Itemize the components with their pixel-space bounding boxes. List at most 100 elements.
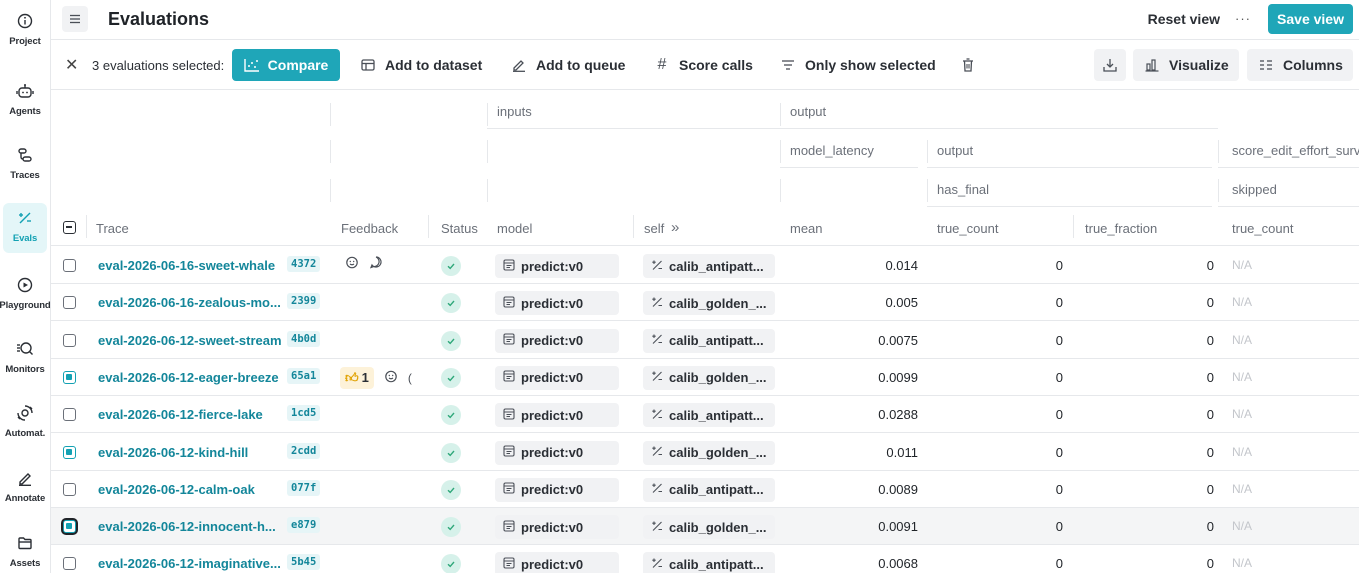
column-header-true-count-2[interactable]: true_count [1232,221,1293,236]
self-chip[interactable]: calib_golden_... [643,365,775,390]
more-options-icon[interactable]: ··· [1235,11,1251,26]
trace-id-badge[interactable]: 077f [287,479,321,496]
trace-link[interactable]: eval-2026-06-12-sweet-stream [98,333,282,348]
row-checkbox[interactable] [63,333,76,347]
add-reaction-icon[interactable] [384,369,398,386]
self-chip[interactable]: calib_antipatt... [643,254,775,278]
nav-automations[interactable]: Automat. [3,398,47,448]
trace-link[interactable]: eval-2026-06-12-calm-oak [98,482,255,497]
add-reaction-icon[interactable] [345,255,359,272]
table-row[interactable]: eval-2026-06-16-zealous-mo... 2399 predict… [51,284,1359,322]
save-view-button[interactable]: Save view [1268,4,1353,34]
trace-link[interactable]: eval-2026-06-16-zealous-mo... [98,295,281,310]
select-all-checkbox[interactable] [63,221,76,234]
trace-id-badge[interactable]: 5b45 [287,554,321,571]
columns-button[interactable]: Columns [1247,49,1353,81]
nav-project[interactable]: Project [3,6,47,56]
nav-traces[interactable]: Traces [3,140,47,190]
self-chip[interactable]: calib_antipatt... [643,403,775,428]
mean-cell: 0.0091 [878,519,918,535]
row-checkbox[interactable] [63,520,76,534]
delete-button[interactable] [959,49,977,81]
model-chip[interactable]: predict:v0 [495,403,619,428]
pen-icon [510,56,528,74]
column-header-mean[interactable]: mean [790,221,823,236]
thumbs-up-reaction[interactable]: 👍︎ 1 [340,366,374,389]
row-checkbox[interactable] [63,482,76,496]
model-chip[interactable]: predict:v0 [495,515,619,540]
column-header-trace[interactable]: Trace [96,221,129,236]
clear-selection-icon[interactable]: ✕ [65,55,78,75]
trace-link[interactable]: eval-2026-06-16-sweet-whale [98,258,275,273]
column-header-status[interactable]: Status [441,221,478,236]
trace-id-badge[interactable]: 2cdd [287,442,321,459]
table-row[interactable]: eval-2026-06-12-fierce-lake 1cd5 predict:v… [51,396,1359,434]
trace-id-badge[interactable]: e879 [287,517,321,534]
nav-assets[interactable]: Assets [3,528,47,573]
table-row[interactable]: eval-2026-06-12-calm-oak 077f predict:v0 ca… [51,471,1359,508]
nav-evals[interactable]: Evals [3,203,47,253]
self-chip[interactable]: calib_antipatt... [643,477,775,502]
nav-monitors-label: Monitors [5,364,45,375]
model-chip[interactable]: predict:v0 [495,477,619,502]
column-header-feedback[interactable]: Feedback [341,221,398,236]
download-button[interactable] [1094,49,1126,81]
self-chip[interactable]: calib_golden_... [643,291,775,316]
visualize-button[interactable]: Visualize [1133,49,1239,81]
table-row[interactable]: eval-2026-06-12-innocent-h... e879 predict… [51,508,1359,546]
reset-view-button[interactable]: Reset view [1148,11,1220,27]
trace-id-badge[interactable]: 1cd5 [287,405,321,422]
nav-playground[interactable]: Playground [0,270,51,320]
nav-monitors[interactable]: Monitors [3,334,47,384]
add-comment-icon[interactable]: ( [408,371,412,385]
trace-id-badge[interactable]: 65a1 [287,367,321,384]
self-chip[interactable]: calib_golden_... [643,515,775,540]
model-chip[interactable]: predict:v0 [495,291,619,316]
trace-id-badge[interactable]: 4b0d [287,330,321,347]
table-row[interactable]: eval-2026-06-12-eager-breeze 65a1 👍︎ 1 ( pred… [51,359,1359,396]
column-header-true-count[interactable]: true_count [937,221,998,236]
add-to-dataset-button[interactable]: Add to dataset [359,49,482,81]
trace-id-badge[interactable]: 2399 [287,293,321,310]
table-row[interactable]: eval-2026-06-12-kind-hill 2cdd predict:v0 c… [51,434,1359,471]
model-chip[interactable]: predict:v0 [495,552,619,573]
table-row[interactable]: eval-2026-06-16-sweet-whale 4372 predict:v… [51,247,1359,284]
trace-link[interactable]: eval-2026-06-12-kind-hill [98,445,248,460]
self-chip[interactable]: calib_golden_... [643,440,775,465]
nav-agents[interactable]: Agents [3,76,47,126]
trace-link[interactable]: eval-2026-06-12-eager-breeze [98,370,279,385]
model-chip[interactable]: predict:v0 [495,365,619,390]
model-chip[interactable]: predict:v0 [495,328,619,353]
table-row[interactable]: eval-2026-06-12-sweet-stream 4b0d predict:… [51,322,1359,359]
compare-button[interactable]: Compare [232,49,340,81]
expand-columns-icon[interactable]: » [671,219,679,236]
mean-cell: 0.005 [885,295,918,311]
true-fraction-cell: 0 [1206,258,1214,273]
self-chip[interactable]: calib_antipatt... [643,328,775,353]
menu-toggle-button[interactable] [62,6,88,32]
trace-id-badge[interactable]: 4372 [287,256,321,272]
column-header-model[interactable]: model [497,221,532,236]
row-checkbox[interactable] [63,408,76,422]
column-header-self[interactable]: self [644,221,664,236]
row-checkbox[interactable] [63,557,76,571]
trace-link[interactable]: eval-2026-06-12-innocent-h... [98,519,276,534]
trace-link[interactable]: eval-2026-06-12-fierce-lake [98,407,263,422]
model-chip[interactable]: predict:v0 [495,254,619,278]
row-checkbox[interactable] [63,296,76,310]
filter-icon [779,56,797,74]
monitor-icon [14,338,36,360]
model-chip[interactable]: predict:v0 [495,440,619,465]
only-show-selected-button[interactable]: Only show selected [779,49,936,81]
column-header-true-fraction[interactable]: true_fraction [1085,221,1157,236]
self-chip[interactable]: calib_antipatt... [643,552,775,573]
nav-annotate[interactable]: Annotate [3,463,47,513]
row-checkbox[interactable] [63,370,76,384]
row-checkbox[interactable] [63,445,76,459]
add-to-queue-button[interactable]: Add to queue [510,49,625,81]
row-checkbox[interactable] [63,259,76,272]
score-calls-button[interactable]: # Score calls [653,49,753,81]
table-row[interactable]: eval-2026-06-12-imaginative... 5b45 predic… [51,545,1359,573]
add-comment-icon[interactable] [369,255,383,272]
trace-link[interactable]: eval-2026-06-12-imaginative... [98,556,281,571]
